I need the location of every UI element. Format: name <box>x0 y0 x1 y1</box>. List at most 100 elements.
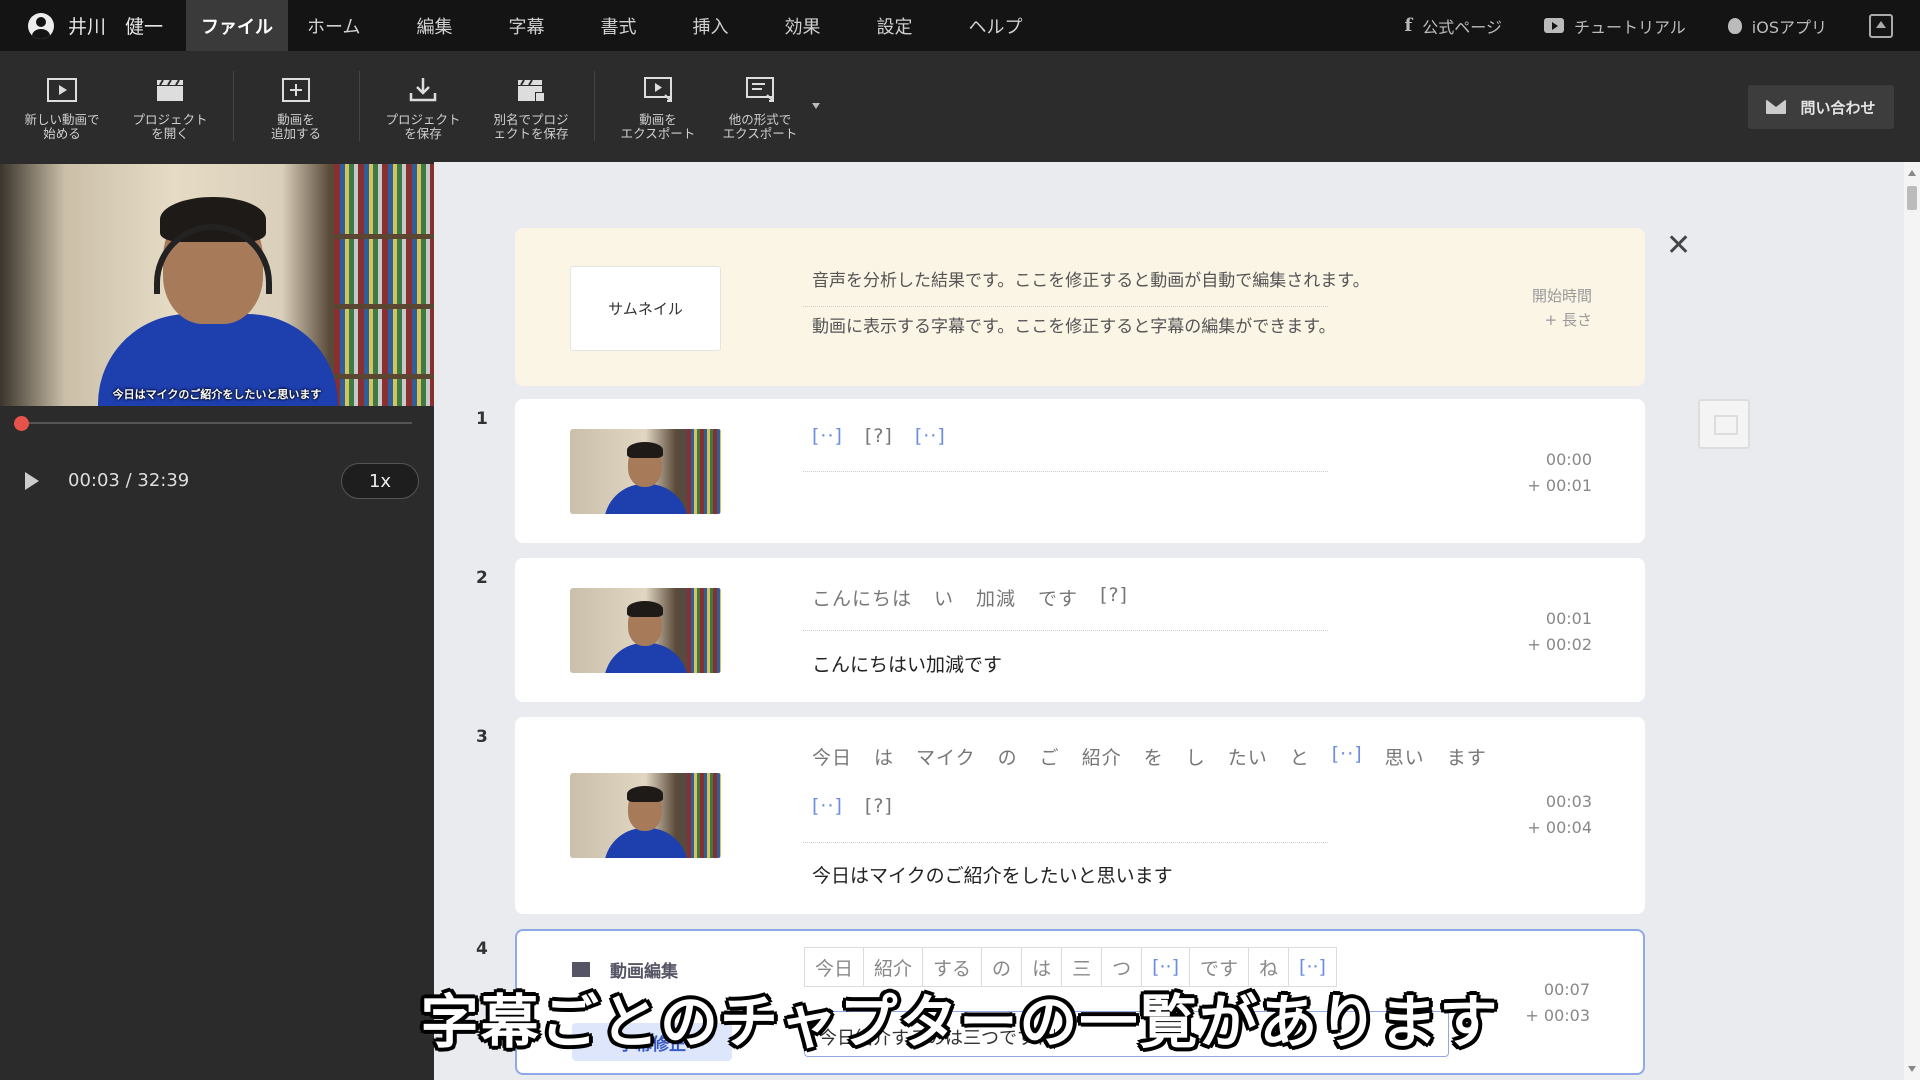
word-token[interactable]: [?] <box>865 425 893 447</box>
word-token[interactable]: し <box>1186 743 1206 770</box>
add-video-button[interactable]: 動画を 追加する <box>248 51 344 162</box>
chapter-row[interactable]: 今日 は マイク の ご 紹介 を し たい と [··] 思い ます [··]… <box>515 717 1645 914</box>
video-subtitle: 今日はマイクのご紹介をしたいと思います <box>112 388 322 401</box>
ios-app-link[interactable]: iOSアプリ <box>1727 14 1827 38</box>
export-dropdown-caret-icon[interactable] <box>812 103 820 109</box>
menu-insert[interactable]: 挿入 <box>675 0 745 51</box>
word-token[interactable]: です <box>1038 584 1078 611</box>
word-token[interactable]: [··] <box>812 425 843 447</box>
export-other-icon <box>745 77 775 103</box>
word-token[interactable]: たい <box>1228 743 1268 770</box>
duration: + 00:04 <box>1527 817 1592 837</box>
toolbar-divider <box>594 71 595 141</box>
word-token[interactable]: [··] <box>915 425 946 447</box>
row-number: 3 <box>476 727 488 747</box>
toolbar-divider <box>359 71 360 141</box>
export-other-format-button[interactable]: 他の形式で エクスポート <box>712 51 808 162</box>
thumbnail-column-label: サムネイル <box>570 266 721 351</box>
add-video-label-2: 追加する <box>270 126 321 142</box>
row-divider <box>803 306 1328 307</box>
chapter-row[interactable]: [··] [?] [··] 00:00 + 00:01 <box>515 399 1645 543</box>
word-token[interactable]: [··] <box>812 795 843 817</box>
chapter-thumbnail[interactable] <box>570 429 721 514</box>
vertical-scrollbar[interactable] <box>1904 162 1920 1080</box>
new-video-label-2: 始める <box>43 126 81 142</box>
duration: + 00:01 <box>1527 475 1592 495</box>
menu-format[interactable]: 書式 <box>583 0 653 51</box>
row-divider <box>803 630 1328 631</box>
word-token[interactable]: マイク <box>916 743 976 770</box>
facebook-icon: f <box>1404 15 1413 36</box>
user-avatar-icon <box>28 12 54 39</box>
word-token[interactable]: 今日 <box>812 743 852 770</box>
scroll-thumb[interactable] <box>1907 186 1917 210</box>
start-time: 00:01 <box>1545 609 1592 628</box>
menu-effects[interactable]: 効果 <box>767 0 837 51</box>
close-icon[interactable]: ✕ <box>1666 228 1691 263</box>
youtube-link[interactable]: チュートリアル <box>1543 14 1686 38</box>
youtube-icon <box>1543 18 1564 33</box>
contact-label: 問い合わせ <box>1800 98 1876 117</box>
word-token[interactable]: 思い <box>1385 743 1425 770</box>
menu-help[interactable]: ヘルプ <box>951 0 1039 51</box>
word-token[interactable]: ご <box>1040 743 1060 770</box>
seek-handle[interactable] <box>14 416 29 431</box>
new-video-button[interactable]: 新しい動画で 始める <box>14 51 110 162</box>
save-project-label-2: を保存 <box>404 126 442 142</box>
menu-settings[interactable]: 設定 <box>859 0 929 51</box>
facebook-link-label: 公式ページ <box>1422 17 1502 37</box>
bookshelf-image <box>334 164 434 406</box>
row-number: 1 <box>476 409 488 429</box>
word-token[interactable]: [?] <box>865 795 893 817</box>
facebook-link[interactable]: f 公式ページ <box>1405 14 1502 38</box>
save-project-button[interactable]: プロジェクト を保存 <box>375 51 471 162</box>
row-divider <box>803 471 1328 472</box>
seek-bar[interactable] <box>22 422 412 424</box>
clapperboard-icon <box>155 77 185 103</box>
menu-file[interactable]: ファイル <box>186 0 288 51</box>
export-video-button[interactable]: 動画を エクスポート <box>610 51 706 162</box>
word-token[interactable]: を <box>1144 743 1164 770</box>
start-time: 00:00 <box>1545 450 1592 469</box>
recognized-words: こんにちは い 加減 です [?] <box>812 584 1150 611</box>
new-video-icon <box>47 77 77 103</box>
word-token[interactable]: 紹介 <box>1082 743 1122 770</box>
duration: + 00:02 <box>1527 634 1592 654</box>
word-token[interactable]: 加減 <box>976 584 1016 611</box>
menu-home[interactable]: ホーム <box>290 0 377 51</box>
subtitle-text[interactable]: こんにちはい加減です <box>812 650 1002 677</box>
chapter-thumbnail[interactable] <box>570 773 721 858</box>
length-label: + 長さ <box>1544 311 1592 329</box>
scroll-down-icon[interactable] <box>1908 1066 1916 1072</box>
collapse-toolbar-button[interactable] <box>1869 13 1893 38</box>
chapter-thumbnail[interactable] <box>570 588 721 673</box>
word-token[interactable]: の <box>998 743 1018 770</box>
word-token[interactable]: と <box>1290 743 1310 770</box>
menu-edit[interactable]: 編集 <box>399 0 469 51</box>
word-token[interactable]: こんにちは <box>812 584 912 611</box>
save-as-label-2: ェクトを保存 <box>493 126 569 142</box>
save-as-button[interactable]: 別名でプロジ ェクトを保存 <box>483 51 579 162</box>
toolbar: 新しい動画で 始める プロジェクト を開く 動画を 追加する プロジェクト を保… <box>0 51 1920 162</box>
menu-subtitle[interactable]: 字幕 <box>491 0 561 51</box>
video-preview[interactable]: 今日はマイクのご紹介をしたいと思います <box>0 164 434 406</box>
subtitle-text[interactable]: 今日はマイクのご紹介をしたいと思います <box>812 861 1173 888</box>
word-token[interactable]: [?] <box>1100 584 1128 611</box>
video-player: 今日はマイクのご紹介をしたいと思います 00:03 / 32:39 1x <box>0 162 434 1080</box>
playback-speed-button[interactable]: 1x <box>341 463 419 499</box>
word-token[interactable]: [··] <box>1332 743 1363 770</box>
play-icon[interactable] <box>25 472 39 490</box>
contact-button[interactable]: 問い合わせ <box>1748 85 1894 129</box>
toolbar-divider <box>233 71 234 141</box>
open-project-button[interactable]: プロジェクト を開く <box>122 51 218 162</box>
save-as-label-1: 別名でプロジ <box>493 112 569 127</box>
playback-time: 00:03 / 32:39 <box>68 470 190 491</box>
word-token[interactable]: い <box>934 584 954 611</box>
word-token[interactable]: ます <box>1447 743 1487 770</box>
recognized-words: 今日 は マイク の ご 紹介 を し たい と [··] 思い ます <box>812 743 1509 770</box>
word-token[interactable]: は <box>874 743 894 770</box>
chapter-row[interactable]: こんにちは い 加減 です [?] こんにちはい加減です 00:01 + 00:… <box>515 558 1645 702</box>
scroll-up-icon[interactable] <box>1908 170 1916 176</box>
export-video-icon <box>643 77 673 103</box>
user-account[interactable]: 井川 健一 <box>0 0 186 51</box>
